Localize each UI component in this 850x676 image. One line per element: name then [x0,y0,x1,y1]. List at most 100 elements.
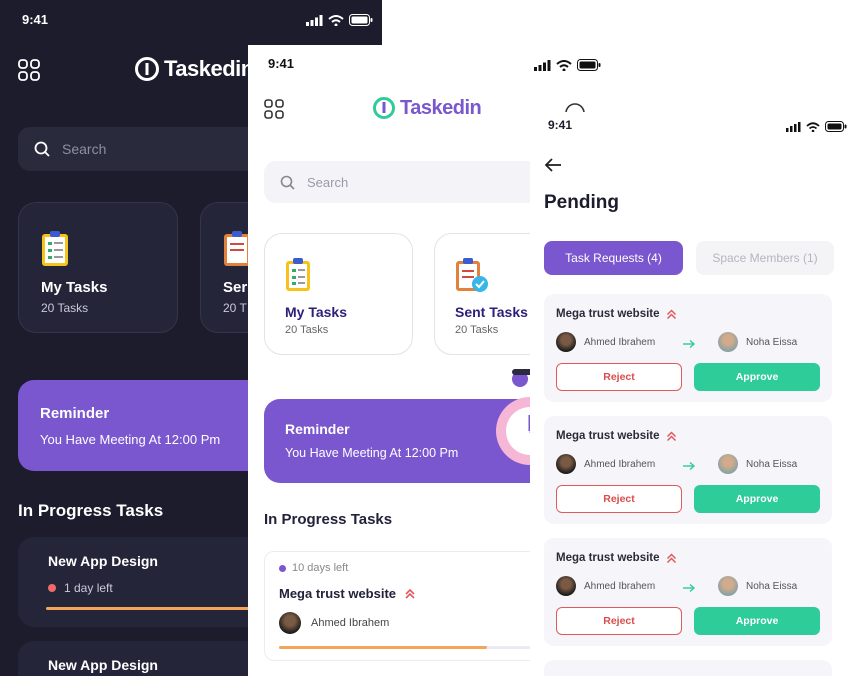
progress-fill [46,607,250,610]
high-priority-icon [666,552,676,563]
assignee-name: Ahmed Ibrahem [311,617,390,629]
reminder-title: Reminder [40,405,110,422]
reject-button[interactable]: Reject [556,485,682,513]
from-user: Ahmed Ibrahem [584,580,656,592]
clipboard-check-icon [224,231,250,266]
avatar [556,576,576,596]
progress-track [279,646,549,649]
avatar [718,576,738,596]
wifi-icon [556,59,572,71]
request-card [544,660,832,676]
request-to: Noha Eissa [718,576,797,596]
logo-mark-icon [135,57,159,81]
task-title: Mega trust website [279,586,397,601]
approve-button[interactable]: Approve [694,363,820,391]
avatar [718,454,738,474]
my-tasks-card[interactable]: My Tasks 20 Tasks [264,233,413,355]
avatar [718,332,738,352]
reminder-text: You Have Meeting At 12:00 Pm [40,432,221,447]
back-arrow-icon[interactable] [544,157,562,173]
status-time: 9:41 [268,56,295,71]
reject-button[interactable]: Reject [556,607,682,635]
avatar [556,332,576,352]
signal-icon [534,59,551,71]
search-icon [280,175,295,190]
to-user: Noha Eissa [746,580,798,592]
card-subtitle: 20 Tasks [285,324,329,336]
clipboard-icon [286,258,310,291]
high-priority-icon [666,430,676,441]
notification-icon[interactable] [564,99,586,113]
signal-icon [786,121,801,132]
reminder-title: Reminder [285,421,350,437]
task-title: New App Design [48,553,158,569]
app-logo: Taskedin [134,56,254,82]
request-title: Mega trust website [556,430,660,442]
battery-icon [577,59,601,71]
request-title-row: Mega trust website [556,552,677,564]
task-title: New App Design [48,657,158,673]
request-from: Ahmed Ibrahem [556,454,655,474]
request-title-row: Mega trust website [556,308,677,320]
high-priority-icon [666,308,676,319]
status-time: 9:41 [22,12,49,27]
app-logo: Taskedin [372,96,482,120]
request-to: Noha Eissa [718,332,797,352]
card-subtitle: 20 Tasks [41,301,89,315]
card-title: Sent Tasks [455,304,528,320]
status-icons [534,59,601,71]
request-to: Noha Eissa [718,454,797,474]
tab-space-members[interactable]: Space Members (1) [696,241,834,275]
arrow-right-icon [683,461,696,471]
request-card: Mega trust website Ahmed Ibrahem Noha Ei… [544,294,832,402]
battery-icon [825,121,847,132]
task-title-row: Mega trust website [279,586,416,601]
card-title: My Tasks [285,304,347,320]
progress-fill [279,646,487,649]
high-priority-icon [405,588,415,599]
request-title: Mega trust website [556,552,660,564]
due-dot-icon [48,584,56,592]
my-tasks-card[interactable]: My Tasks 20 Tasks [18,202,178,333]
pending-screen: 9:41 Pending Task Requests (4) Space Mem… [530,112,850,676]
from-user: Ahmed Ibrahem [584,458,656,470]
task-due: 10 days left [279,562,348,574]
from-user: Ahmed Ibrahem [584,336,656,348]
search-placeholder: Search [62,141,107,157]
due-dot-icon [279,564,286,572]
app-name: Taskedin [164,56,254,81]
request-from: Ahmed Ibrahem [556,576,655,596]
grid-menu-icon[interactable] [18,59,40,81]
tab-task-requests[interactable]: Task Requests (4) [544,241,683,275]
arrow-right-icon [683,339,696,349]
approve-button[interactable]: Approve [694,607,820,635]
task-due-text: 1 day left [64,581,113,595]
status-icons [306,14,373,26]
card-subtitle: 20 T [223,301,247,315]
search-placeholder: Search [307,174,349,190]
request-card: Mega trust website Ahmed Ibrahem Noha Ei… [544,416,832,524]
request-from: Ahmed Ibrahem [556,332,655,352]
request-title-row: Mega trust website [556,430,677,442]
search-bar[interactable]: Search [264,161,564,203]
clipboard-icon [42,231,68,266]
reject-button[interactable]: Reject [556,363,682,391]
task-assignee: Ahmed Ibrahem [279,612,389,634]
page-title: Pending [544,192,619,213]
card-subtitle: 20 Tasks [455,324,499,336]
battery-icon [349,14,373,26]
wifi-icon [328,14,344,26]
section-title: In Progress Tasks [264,511,393,528]
request-title: Mega trust website [556,308,660,320]
grid-menu-icon[interactable] [264,99,284,119]
search-icon [34,141,50,157]
to-user: Noha Eissa [746,336,798,348]
card-title: My Tasks [41,279,108,296]
approve-button[interactable]: Approve [694,485,820,513]
clipboard-check-icon [456,258,488,292]
task-card[interactable]: 10 days left Mega trust website Ahmed Ib… [264,551,564,661]
reminder-text: You Have Meeting At 12:00 Pm [285,446,459,460]
logo-mark-icon [373,97,395,119]
status-icons [786,121,847,132]
to-user: Noha Eissa [746,458,798,470]
